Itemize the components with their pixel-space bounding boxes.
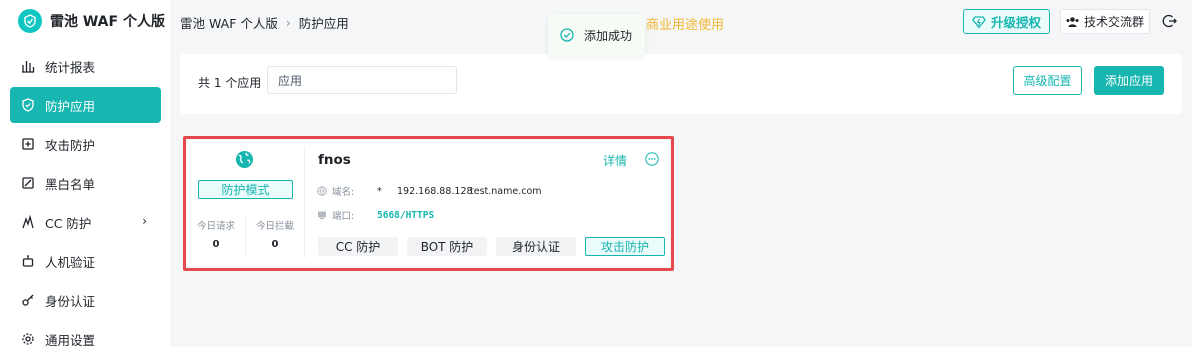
domain-value: test.name.com bbox=[470, 185, 542, 197]
globe-icon bbox=[235, 150, 254, 169]
stat-value: 0 bbox=[271, 239, 279, 250]
app-card[interactable]: 防护模式 今日请求 0 今日拦截 0 fnos 详情 域名: * 192.168… bbox=[187, 140, 670, 267]
port-value: 5668/HTTPS bbox=[377, 209, 435, 221]
domain-label: 域名: bbox=[332, 187, 355, 198]
community-label: 技术交流群 bbox=[1083, 15, 1144, 29]
more-options-icon[interactable] bbox=[645, 152, 659, 166]
stat-blocked-today: 今日拦截 0 bbox=[250, 218, 300, 250]
breadcrumb: 雷池 WAF 个人版 › 防护应用 bbox=[180, 13, 349, 32]
upgrade-license-button[interactable]: 升级授权 bbox=[963, 9, 1050, 34]
port-icon bbox=[318, 211, 326, 220]
sidebar-item-label: 人机验证 bbox=[45, 254, 96, 270]
sidebar-item-label: 黑白名单 bbox=[45, 176, 96, 192]
shield-icon bbox=[22, 98, 34, 112]
stat-label: 今日请求 bbox=[196, 221, 235, 232]
success-toast: 添加成功 bbox=[548, 14, 645, 56]
app-name: fnos bbox=[318, 152, 351, 168]
tag-cc-protection[interactable]: CC 防护 bbox=[318, 237, 398, 256]
app-toolbar: 共 1 个应用 高级配置 添加应用 bbox=[180, 54, 1182, 114]
sidebar-menu: 统计报表 防护应用 攻击防护 黑白名单 CC 防护 › 人机验证 身份认证 通用… bbox=[10, 48, 161, 347]
domain-row: 域名: * 192.168.88.128 test.name.com bbox=[317, 184, 542, 198]
sidebar-item-general-settings[interactable]: 通用设置 bbox=[10, 321, 161, 347]
sidebar-item-authentication[interactable]: 身份认证 bbox=[10, 282, 161, 318]
app-count: 共 1 个应用 bbox=[198, 76, 262, 90]
list-icon bbox=[22, 177, 34, 189]
attack-icon bbox=[22, 138, 34, 150]
sidebar-item-statistics[interactable]: 统计报表 bbox=[10, 48, 161, 84]
tag-authentication[interactable]: 身份认证 bbox=[496, 237, 576, 256]
advanced-config-button[interactable]: 高级配置 bbox=[1013, 66, 1082, 95]
card-divider bbox=[304, 146, 305, 258]
check-circle-icon bbox=[560, 28, 574, 42]
stat-label: 今日拦截 bbox=[255, 221, 294, 232]
settings-icon bbox=[22, 333, 34, 345]
domain-value: * bbox=[377, 185, 382, 197]
sidebar-item-label: 攻击防护 bbox=[45, 137, 96, 153]
upgrade-label: 升级授权 bbox=[990, 15, 1041, 30]
robot-icon bbox=[22, 255, 34, 267]
sidebar-item-label: 统计报表 bbox=[45, 59, 96, 75]
brand[interactable]: 雷池 WAF 个人版 bbox=[18, 8, 165, 34]
domain-icon bbox=[317, 186, 327, 196]
users-icon bbox=[1066, 16, 1079, 27]
license-notice: 商业用途使用 bbox=[646, 18, 725, 33]
breadcrumb-item-home[interactable]: 雷池 WAF 个人版 bbox=[180, 13, 278, 32]
tag-bot-protection[interactable]: BOT 防护 bbox=[407, 237, 487, 256]
sidebar-item-protected-apps[interactable]: 防护应用 bbox=[10, 87, 161, 123]
tag-attack-protection[interactable]: 攻击防护 bbox=[585, 237, 665, 256]
domain-value: 192.168.88.128 bbox=[397, 185, 473, 197]
top-bar: 雷池 WAF 个人版 › 防护应用 商业用途使用 升级授权 技术交流群 bbox=[170, 0, 1192, 44]
sidebar-item-label: 防护应用 bbox=[45, 98, 96, 114]
protection-mode-badge[interactable]: 防护模式 bbox=[198, 180, 293, 199]
breadcrumb-item-current: 防护应用 bbox=[298, 16, 349, 31]
stat-requests-today: 今日请求 0 bbox=[191, 218, 241, 250]
sidebar: 雷池 WAF 个人版 统计报表 防护应用 攻击防护 黑白名单 CC 防护 › 人… bbox=[0, 0, 170, 347]
protection-tags: CC 防护 BOT 防护 身份认证 攻击防护 bbox=[318, 237, 665, 256]
sidebar-item-label: 身份认证 bbox=[45, 293, 96, 309]
community-button[interactable]: 技术交流群 bbox=[1060, 9, 1150, 34]
breadcrumb-separator: › bbox=[285, 15, 291, 30]
logout-icon[interactable] bbox=[1162, 13, 1178, 29]
brand-name: 雷池 WAF 个人版 bbox=[50, 14, 165, 30]
sidebar-item-cc-protection[interactable]: CC 防护 › bbox=[10, 204, 161, 240]
toast-message: 添加成功 bbox=[584, 28, 633, 43]
sidebar-item-attack-protection[interactable]: 攻击防护 bbox=[10, 126, 161, 162]
stat-divider bbox=[245, 216, 246, 258]
cc-icon bbox=[22, 215, 34, 229]
leichi-logo-icon bbox=[18, 9, 42, 33]
diamond-icon bbox=[972, 15, 986, 29]
port-row: 端口: 5668/HTTPS bbox=[317, 208, 434, 222]
sidebar-item-black-white-list[interactable]: 黑白名单 bbox=[10, 165, 161, 201]
sidebar-item-label: 通用设置 bbox=[45, 332, 96, 347]
details-link[interactable]: 详情 bbox=[603, 152, 627, 169]
sidebar-item-captcha[interactable]: 人机验证 bbox=[10, 243, 161, 279]
bar-chart-icon bbox=[22, 61, 35, 73]
port-label: 端口: bbox=[332, 211, 355, 222]
add-app-button[interactable]: 添加应用 bbox=[1094, 66, 1164, 95]
sidebar-item-label: CC 防护 bbox=[45, 215, 92, 231]
stat-value: 0 bbox=[212, 239, 220, 250]
search-input[interactable] bbox=[267, 66, 457, 94]
chevron-right-icon: › bbox=[142, 214, 147, 228]
key-icon bbox=[22, 294, 34, 306]
